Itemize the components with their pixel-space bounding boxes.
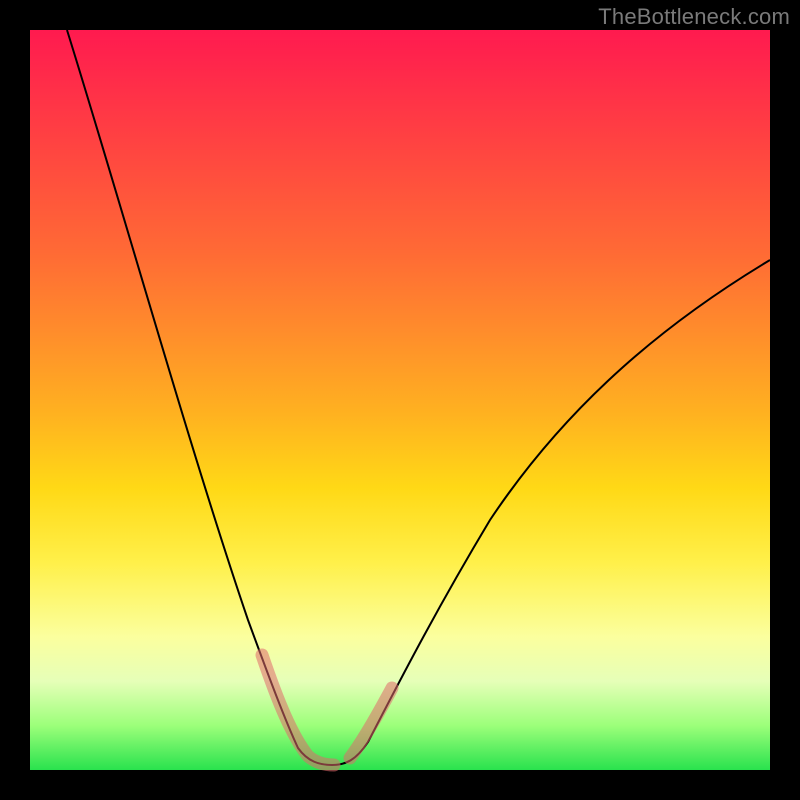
watermark-text: TheBottleneck.com (598, 4, 790, 30)
highlight-right (350, 688, 392, 758)
plot-area (30, 30, 770, 770)
highlight-left (262, 655, 334, 765)
bottleneck-curve-path (67, 30, 770, 765)
bottleneck-curve-svg (30, 30, 770, 770)
chart-frame: TheBottleneck.com (0, 0, 800, 800)
